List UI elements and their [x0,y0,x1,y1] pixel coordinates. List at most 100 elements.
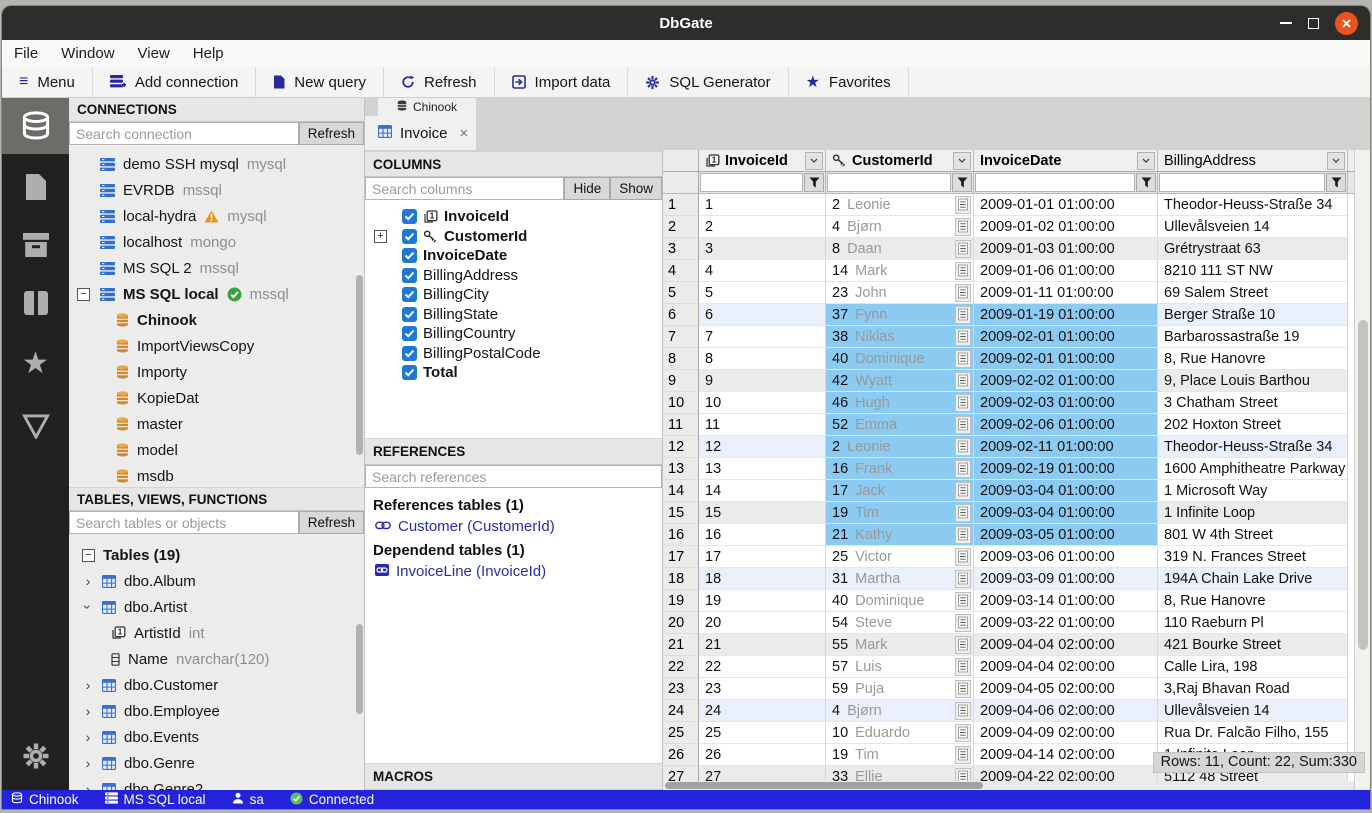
grid-horizontal-scrollbar[interactable] [663,781,1354,790]
row-detail-icon[interactable] [955,548,971,566]
tab-group-chinook[interactable]: Chinook [378,98,476,116]
cell-invoicedate[interactable]: 2009-03-22 01:00:00 [974,612,1158,634]
cell-invoiceid[interactable]: 6 [699,304,826,326]
row-detail-icon[interactable] [955,328,971,346]
search-tables-input[interactable] [69,511,299,534]
cell-customerid[interactable]: 37Fynn [826,304,974,326]
cell-invoicedate[interactable]: 2009-02-01 01:00:00 [974,326,1158,348]
cell-invoicedate[interactable]: 2009-02-01 01:00:00 [974,348,1158,370]
activity-file-icon[interactable] [2,159,69,215]
row-number[interactable]: 7 [663,326,699,348]
row-number[interactable]: 17 [663,546,699,568]
cell-billingaddress[interactable]: Ullevålsveien 14 [1158,700,1348,722]
database-item-importviewscopy[interactable]: ImportViewsCopy [69,333,364,359]
cell-invoicedate[interactable]: 2009-01-19 01:00:00 [974,304,1158,326]
row-number[interactable]: 22 [663,656,699,678]
tree-item-artistid[interactable]: 1ArtistIdint [69,620,364,646]
cell-invoiceid[interactable]: 7 [699,326,826,348]
column-header-invoiceid[interactable]: 1InvoiceId [699,150,826,171]
row-number[interactable]: 13 [663,458,699,480]
row-detail-icon[interactable] [955,262,971,280]
cell-billingaddress[interactable]: Berger Straße 10 [1158,304,1348,326]
show-button[interactable]: Show [610,177,662,200]
row-detail-icon[interactable] [955,526,971,544]
cell-invoicedate[interactable]: 2009-02-02 01:00:00 [974,370,1158,392]
sql-generator-button[interactable]: SQL Generator [628,67,788,97]
cell-invoicedate[interactable]: 2009-01-02 01:00:00 [974,216,1158,238]
row-number[interactable]: 9 [663,370,699,392]
column-header-billingaddress[interactable]: BillingAddress [1158,150,1348,171]
column-item-invoiceid[interactable]: 1InvoiceId [365,207,662,227]
cell-customerid[interactable]: 55Mark [826,634,974,656]
row-number[interactable]: 25 [663,722,699,744]
row-detail-icon[interactable] [955,746,971,764]
cell-customerid[interactable]: 23John [826,282,974,304]
filter-funnel-icon[interactable] [1136,173,1156,192]
tree-item-dbo-customer[interactable]: ›dbo.Customer [69,672,364,698]
cell-invoicedate[interactable]: 2009-03-05 01:00:00 [974,524,1158,546]
column-checkbox[interactable] [402,365,417,380]
cell-invoiceid[interactable]: 18 [699,568,826,590]
refresh-button[interactable]: Refresh [384,67,495,97]
chevron-right-icon[interactable]: › [82,729,94,745]
menu-help[interactable]: Help [193,45,224,62]
connection-item-localhost[interactable]: localhostmongo [69,229,364,255]
filter-funnel-icon[interactable] [952,173,972,192]
cell-invoicedate[interactable]: 2009-03-14 01:00:00 [974,590,1158,612]
row-number[interactable]: 16 [663,524,699,546]
activity-book-icon[interactable] [2,275,69,331]
cell-customerid[interactable]: 46Hugh [826,392,974,414]
cell-invoicedate[interactable]: 2009-03-04 01:00:00 [974,502,1158,524]
cell-billingaddress[interactable]: 3 Chatham Street [1158,392,1348,414]
cell-invoiceid[interactable]: 19 [699,590,826,612]
cell-customerid[interactable]: 19Tim [826,744,974,766]
column-item-total[interactable]: Total [365,363,662,383]
cell-customerid[interactable]: 14Mark [826,260,974,282]
row-detail-icon[interactable] [955,570,971,588]
tab-invoice[interactable]: Invoice × [365,116,476,150]
cell-invoiceid[interactable]: 5 [699,282,826,304]
cell-customerid[interactable]: 2Leonie [826,436,974,458]
cell-billingaddress[interactable]: Theodor-Heuss-Straße 34 [1158,194,1348,216]
status-server[interactable]: MS SQL local [105,792,206,807]
row-number[interactable]: 3 [663,238,699,260]
cell-invoicedate[interactable]: 2009-01-03 01:00:00 [974,238,1158,260]
cell-invoiceid[interactable]: 23 [699,678,826,700]
collapse-icon[interactable]: − [77,288,90,301]
column-checkbox[interactable] [402,268,417,283]
column-checkbox[interactable] [402,346,417,361]
cell-invoicedate[interactable]: 2009-04-04 02:00:00 [974,634,1158,656]
cell-invoicedate[interactable]: 2009-03-06 01:00:00 [974,546,1158,568]
cell-invoiceid[interactable]: 2 [699,216,826,238]
database-item-kopiedat[interactable]: KopieDat [69,385,364,411]
column-menu-icon[interactable] [1137,152,1155,170]
row-detail-icon[interactable] [955,196,971,214]
maximize-icon[interactable] [1308,18,1319,29]
grid-vertical-scrollbar[interactable] [1354,150,1370,790]
chevron-right-icon[interactable]: › [82,677,94,693]
cell-invoicedate[interactable]: 2009-02-06 01:00:00 [974,414,1158,436]
cell-customerid[interactable]: 4Bjørn [826,700,974,722]
cell-billingaddress[interactable]: Calle Lira, 198 [1158,656,1348,678]
cell-customerid[interactable]: 19Tim [826,502,974,524]
row-detail-icon[interactable] [955,218,971,236]
row-detail-icon[interactable] [955,636,971,654]
filter-funnel-icon[interactable] [1326,173,1346,192]
column-item-billingaddress[interactable]: BillingAddress [365,266,662,286]
row-number[interactable]: 21 [663,634,699,656]
reference-link-customer[interactable]: Customer (CustomerId) [375,518,654,535]
column-menu-icon[interactable] [1327,152,1345,170]
row-detail-icon[interactable] [955,460,971,478]
cell-customerid[interactable]: 54Steve [826,612,974,634]
cell-customerid[interactable]: 21Kathy [826,524,974,546]
cell-billingaddress[interactable]: 110 Raeburn Pl [1158,612,1348,634]
filter-input-billingaddress[interactable] [1159,173,1325,192]
connections-refresh-button[interactable]: Refresh [299,122,364,145]
cell-billingaddress[interactable]: 9, Place Louis Barthou [1158,370,1348,392]
cell-invoicedate[interactable]: 2009-04-14 02:00:00 [974,744,1158,766]
cell-customerid[interactable]: 40Dominique [826,348,974,370]
column-item-invoicedate[interactable]: InvoiceDate [365,246,662,266]
cell-customerid[interactable]: 10Eduardo [826,722,974,744]
cell-customerid[interactable]: 38Niklas [826,326,974,348]
tree-item-dbo-album[interactable]: ›dbo.Album [69,568,364,594]
